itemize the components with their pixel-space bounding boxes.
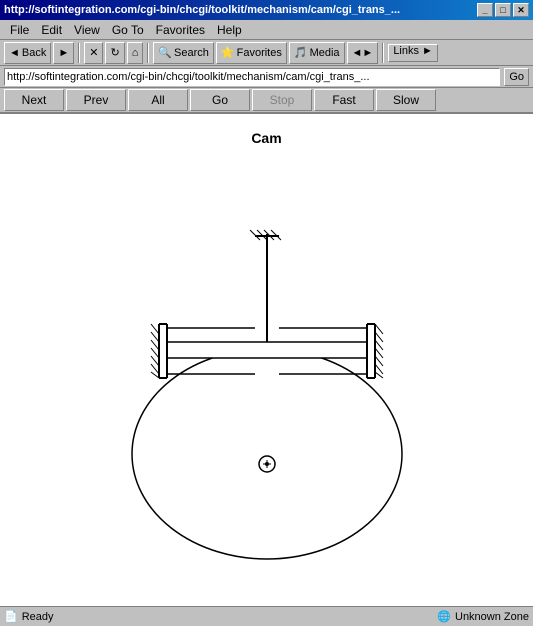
favorites-icon: ⭐	[221, 46, 235, 59]
back-icon: ◄	[9, 47, 20, 59]
status-text: Ready	[22, 611, 54, 623]
zone-text: Unknown Zone	[455, 611, 529, 623]
menu-bar: File Edit View Go To Favorites Help	[0, 20, 533, 40]
stop-button[interactable]: ✕	[84, 42, 103, 64]
favorites-label: Favorites	[237, 47, 282, 59]
fast-button[interactable]: Fast	[314, 89, 374, 111]
page-icon: 📄	[4, 610, 18, 623]
toolbar-separator-3	[382, 43, 384, 63]
close-button[interactable]: ✕	[513, 3, 529, 17]
zone-icon: 🌐	[437, 610, 451, 623]
forward-icon: ►	[58, 47, 69, 59]
title-buttons: _ □ ✕	[477, 3, 529, 17]
history-icon: ◄►	[352, 47, 374, 59]
forward-button[interactable]: ►	[53, 42, 74, 64]
refresh-button[interactable]: ↻	[105, 42, 124, 64]
title-bar: http://softintegration.com/cgi-bin/chcgi…	[0, 0, 533, 20]
links-button[interactable]: Links ►	[388, 44, 438, 62]
status-left: 📄 Ready	[4, 610, 437, 623]
back-label: Back	[22, 47, 46, 59]
nav-row: Next Prev All Go Stop Fast Slow	[0, 88, 533, 114]
media-button[interactable]: 🎵 Media	[289, 42, 345, 64]
back-button[interactable]: ◄ Back	[4, 42, 51, 64]
search-button[interactable]: 🔍 Search	[153, 42, 214, 64]
menu-goto[interactable]: Go To	[106, 21, 150, 39]
stop-nav-button: Stop	[252, 89, 312, 111]
status-bar: 📄 Ready 🌐 Unknown Zone	[0, 606, 533, 626]
toolbar-separator-1	[78, 43, 80, 63]
address-bar: Go	[0, 66, 533, 88]
go-address-button[interactable]: Go	[504, 68, 529, 86]
all-button[interactable]: All	[128, 89, 188, 111]
go-button[interactable]: Go	[190, 89, 250, 111]
maximize-button[interactable]: □	[495, 3, 511, 17]
home-icon: ⌂	[132, 47, 139, 59]
toolbar-separator-2	[147, 43, 149, 63]
history-button[interactable]: ◄►	[347, 42, 379, 64]
media-icon: 🎵	[294, 46, 308, 59]
menu-view[interactable]: View	[68, 21, 106, 39]
address-input[interactable]	[4, 68, 500, 86]
diagram-title: Cam	[0, 130, 533, 146]
refresh-icon: ↻	[110, 46, 119, 59]
prev-button[interactable]: Prev	[66, 89, 126, 111]
search-icon: 🔍	[158, 46, 172, 59]
menu-help[interactable]: Help	[211, 21, 248, 39]
favorites-button[interactable]: ⭐ Favorites	[216, 42, 287, 64]
title-text: http://softintegration.com/cgi-bin/chcgi…	[4, 4, 477, 16]
stop-icon: ✕	[89, 46, 98, 59]
diagram-area	[0, 154, 533, 574]
home-button[interactable]: ⌂	[127, 42, 144, 64]
main-content: Cam	[0, 114, 533, 606]
slow-button[interactable]: Slow	[376, 89, 436, 111]
search-label: Search	[174, 47, 209, 59]
minimize-button[interactable]: _	[477, 3, 493, 17]
menu-favorites[interactable]: Favorites	[150, 21, 211, 39]
menu-edit[interactable]: Edit	[35, 21, 68, 39]
toolbar: ◄ Back ► ✕ ↻ ⌂ 🔍 Search ⭐ Favorites 🎵 Me…	[0, 40, 533, 66]
status-right: 🌐 Unknown Zone	[437, 610, 529, 623]
media-label: Media	[310, 47, 340, 59]
cam-diagram	[107, 154, 427, 574]
next-button[interactable]: Next	[4, 89, 64, 111]
menu-file[interactable]: File	[4, 21, 35, 39]
